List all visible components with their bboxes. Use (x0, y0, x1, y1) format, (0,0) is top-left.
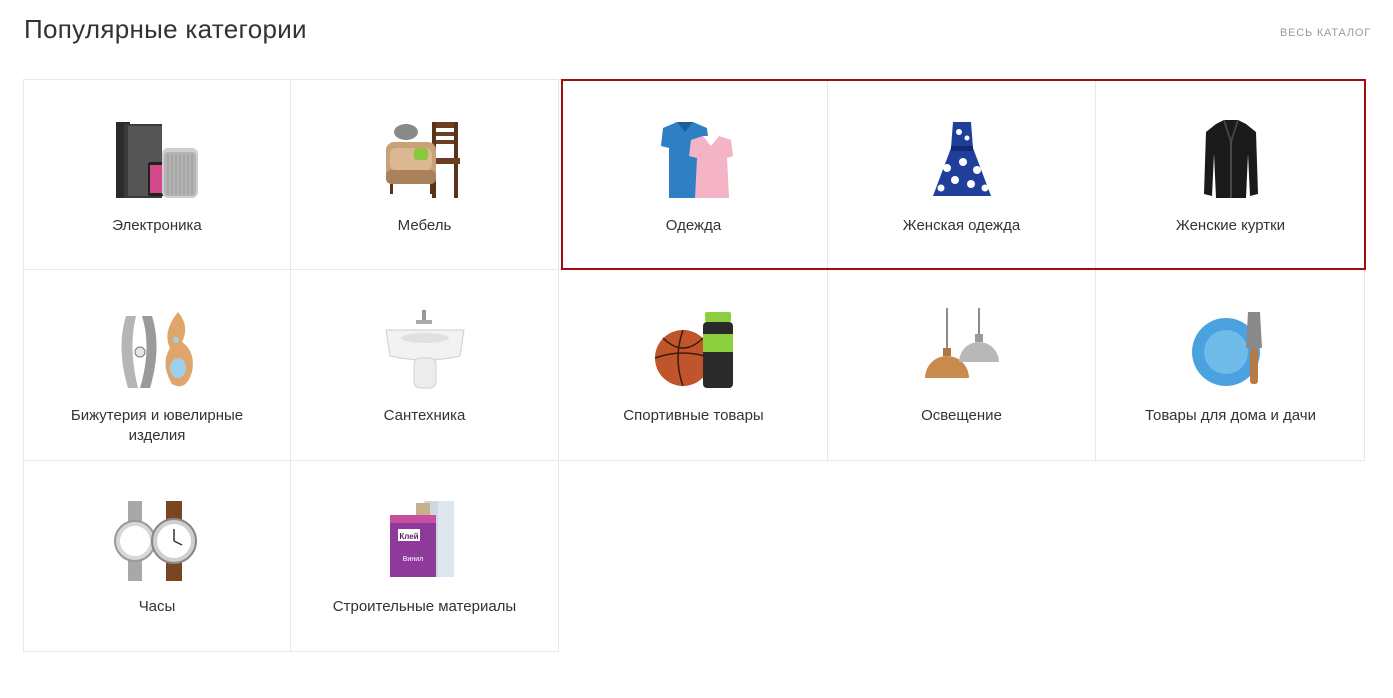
full-catalog-link[interactable]: ВЕСЬ КАТАЛОГ (1280, 27, 1371, 39)
home-garden-icon (1186, 308, 1276, 392)
category-label: Женские куртки (1175, 217, 1286, 234)
svg-text:Клей: Клей (399, 532, 418, 541)
category-label: Освещение (921, 407, 1002, 424)
building-materials-icon: Клей Винил (380, 499, 470, 583)
category-womens-clothing[interactable]: Женская одежда (828, 79, 1096, 270)
category-label: Женская одежда (902, 217, 1021, 234)
category-building-materials[interactable]: Клей Винил Строительные материалы (291, 461, 559, 652)
category-clothing[interactable]: Одежда (560, 79, 828, 270)
category-lighting[interactable]: Освещение (828, 270, 1096, 461)
category-label: Одежда (665, 217, 722, 234)
furniture-icon (380, 118, 470, 202)
category-label: Бижутерия и ювелирные изделия (70, 407, 244, 444)
category-plumbing[interactable]: Сантехника (291, 270, 559, 461)
category-label: Электроника (112, 217, 202, 234)
category-jewelry[interactable]: Бижутерия и ювелирные изделия (23, 270, 291, 461)
category-label: Сантехника (383, 407, 466, 424)
jewelry-icon (112, 308, 202, 392)
svg-text:Винил: Винил (402, 556, 422, 563)
category-home-garden[interactable]: Товары для дома и дачи (1097, 270, 1365, 461)
category-label: Мебель (397, 217, 452, 234)
category-furniture[interactable]: Мебель (291, 79, 559, 270)
category-label: Спортивные товары (623, 407, 764, 424)
category-sports[interactable]: Спортивные товары (560, 270, 828, 461)
category-electronics[interactable]: Электроника (23, 79, 291, 270)
category-womens-jackets[interactable]: Женские куртки (1097, 79, 1365, 270)
watch-icon (112, 499, 202, 583)
jacket-icon (1186, 118, 1276, 202)
dress-icon (917, 118, 1007, 202)
lamp-icon (917, 308, 1007, 392)
clothing-icon (649, 118, 739, 202)
electronics-icon (112, 118, 202, 202)
category-label: Часы (138, 598, 176, 615)
category-label: Товары для дома и дачи (1145, 407, 1316, 424)
page-title: Популярные категории (24, 14, 307, 44)
sink-icon (380, 308, 470, 392)
category-watches[interactable]: Часы (23, 461, 291, 652)
sports-icon (649, 308, 739, 392)
category-label: Строительные материалы (332, 598, 517, 615)
